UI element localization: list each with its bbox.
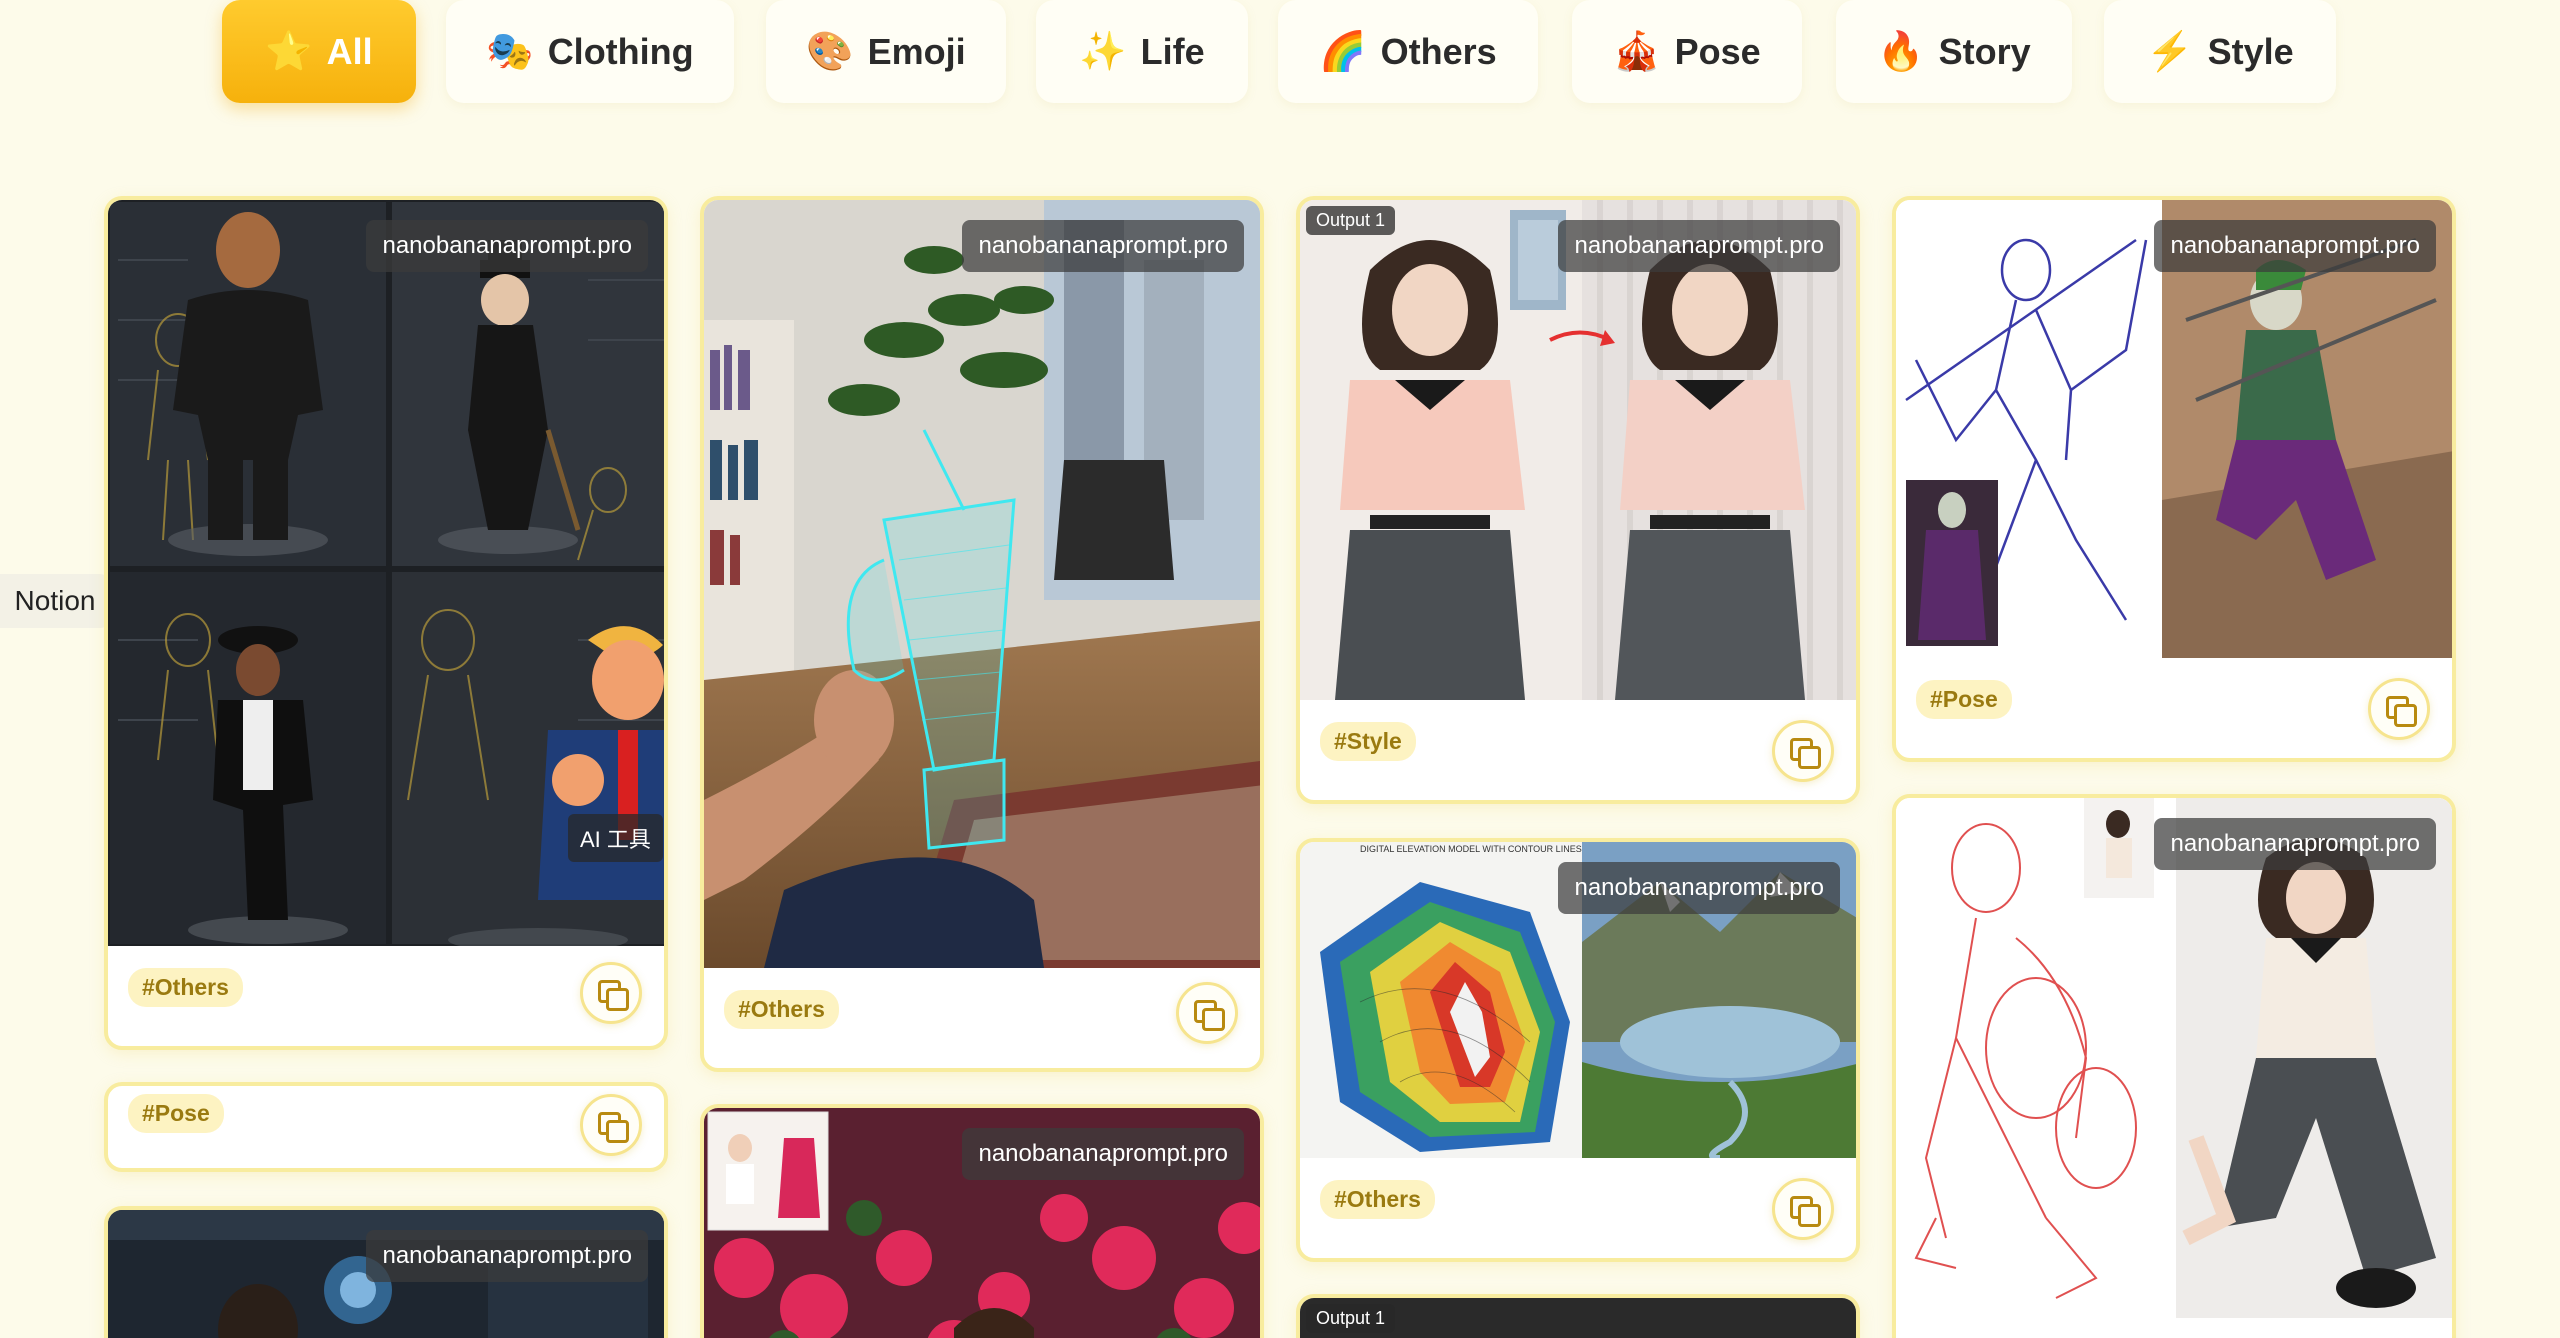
filter-label: Life bbox=[1140, 30, 1205, 72]
watermark-label: nanobananaprompt.pro bbox=[1558, 220, 1840, 272]
card-image[interactable]: Output 1 bbox=[1300, 1298, 1856, 1338]
filter-pose[interactable]: 🎪 Pose bbox=[1572, 0, 1802, 103]
filter-story[interactable]: 🔥 Story bbox=[1836, 0, 2072, 103]
copy-prompt-button[interactable] bbox=[1772, 720, 1834, 782]
card-image[interactable]: nanobananaprompt.pro bbox=[108, 1210, 664, 1338]
lightning-icon: ⚡ bbox=[2146, 30, 2194, 73]
card-image[interactable]: Output 1 nanobananaprompt.pro bbox=[1300, 200, 1856, 700]
page: ⭐ All 🎭 Clothing 🎨 Emoji ✨ Life 🌈 Others… bbox=[0, 0, 2560, 1338]
tag-badge[interactable]: #Others bbox=[1320, 1180, 1435, 1219]
card-image[interactable]: nanobananaprompt.pro bbox=[704, 1108, 1260, 1338]
copy-prompt-button[interactable] bbox=[1772, 1178, 1834, 1240]
tag-badge[interactable]: #Style bbox=[1320, 722, 1416, 761]
tag-badge[interactable]: #Pose bbox=[128, 1094, 224, 1133]
watermark-label: nanobananaprompt.pro bbox=[2154, 818, 2436, 870]
tag-badge[interactable]: #Others bbox=[128, 968, 243, 1007]
palette-icon: 🎨 bbox=[806, 30, 854, 73]
sparkles-icon: ✨ bbox=[1079, 30, 1127, 73]
copy-prompt-button[interactable] bbox=[580, 1094, 642, 1156]
filter-label: Others bbox=[1380, 30, 1497, 72]
filter-others[interactable]: 🌈 Others bbox=[1278, 0, 1538, 103]
notion-tab-label: Notion bbox=[14, 585, 96, 616]
filter-label: Style bbox=[2207, 30, 2294, 72]
copy-prompt-button[interactable] bbox=[1176, 982, 1238, 1044]
prompt-card-figurines[interactable]: nanobananaprompt.pro AI 工具 #Others bbox=[104, 196, 668, 1050]
prompt-card-output[interactable]: Output 1 bbox=[1296, 1294, 1860, 1338]
copy-icon bbox=[1194, 1000, 1225, 1031]
filter-clothing[interactable]: 🎭 Clothing bbox=[446, 0, 734, 103]
card-image[interactable]: nanobananaprompt.pro bbox=[1896, 798, 2452, 1318]
masks-icon: 🎭 bbox=[486, 30, 534, 73]
watermark-label: nanobananaprompt.pro bbox=[366, 1230, 648, 1282]
copy-icon bbox=[598, 980, 629, 1011]
tag-badge[interactable]: #Pose bbox=[1916, 680, 2012, 719]
copy-icon bbox=[1790, 1196, 1821, 1227]
copy-icon bbox=[2386, 696, 2417, 727]
circus-tent-icon: 🎪 bbox=[1613, 30, 1661, 73]
category-filter-bar: ⭐ All 🎭 Clothing 🎨 Emoji ✨ Life 🌈 Others… bbox=[0, 0, 2560, 110]
prompt-card-flowers[interactable]: nanobananaprompt.pro bbox=[700, 1104, 1264, 1338]
prompt-card-pose[interactable]: #Pose bbox=[104, 1082, 668, 1172]
girl-style-transfer-image bbox=[1300, 200, 1856, 700]
filter-label: Clothing bbox=[547, 30, 694, 72]
filter-label: Story bbox=[1938, 30, 2031, 72]
star-icon: ⭐ bbox=[265, 30, 313, 73]
filter-emoji[interactable]: 🎨 Emoji bbox=[766, 0, 1006, 103]
watermark-label: nanobananaprompt.pro bbox=[1558, 862, 1840, 914]
prompt-card-joker-pose[interactable]: nanobananaprompt.pro #Pose bbox=[1892, 196, 2456, 762]
prompt-card-girl-style[interactable]: Output 1 nanobananaprompt.pro #Style bbox=[1296, 196, 1860, 804]
wireframe-cup-image bbox=[704, 200, 1260, 968]
card-image[interactable]: DIGITAL ELEVATION MODEL WITH CONTOUR LIN… bbox=[1300, 842, 1856, 1158]
copy-icon bbox=[598, 1112, 629, 1143]
filter-all[interactable]: ⭐ All bbox=[222, 0, 416, 103]
fire-icon: 🔥 bbox=[1877, 30, 1925, 73]
tag-badge[interactable]: #Others bbox=[724, 990, 839, 1029]
filter-label: All bbox=[326, 30, 373, 72]
card-image[interactable]: nanobananaprompt.pro AI 工具 bbox=[108, 200, 664, 946]
copy-prompt-button[interactable] bbox=[2368, 678, 2430, 740]
watermark-label: nanobananaprompt.pro bbox=[366, 220, 648, 272]
card-image[interactable]: nanobananaprompt.pro bbox=[1896, 200, 2452, 658]
prompt-card-cup[interactable]: nanobananaprompt.pro #Others bbox=[700, 196, 1264, 1072]
output-badge: Output 1 bbox=[1306, 1304, 1396, 1333]
ai-tools-overlay: AI 工具 bbox=[568, 814, 663, 862]
prompt-card-robot[interactable]: nanobananaprompt.pro bbox=[104, 1206, 668, 1338]
watermark-label: nanobananaprompt.pro bbox=[2154, 220, 2436, 272]
filter-style[interactable]: ⚡ Style bbox=[2104, 0, 2336, 103]
filter-label: Emoji bbox=[867, 30, 966, 72]
watermark-label: nanobananaprompt.pro bbox=[962, 220, 1244, 272]
sketch-pose-image bbox=[1896, 798, 2452, 1318]
map-title: DIGITAL ELEVATION MODEL WITH CONTOUR LIN… bbox=[1360, 844, 1582, 854]
filter-label: Pose bbox=[1674, 30, 1761, 72]
notion-side-tab[interactable]: Notion bbox=[0, 574, 110, 628]
prompt-card-terrain[interactable]: DIGITAL ELEVATION MODEL WITH CONTOUR LIN… bbox=[1296, 838, 1860, 1262]
copy-prompt-button[interactable] bbox=[580, 962, 642, 1024]
rainbow-icon: 🌈 bbox=[1319, 30, 1367, 73]
copy-icon bbox=[1790, 738, 1821, 769]
watermark-label: nanobananaprompt.pro bbox=[962, 1128, 1244, 1180]
prompt-card-sketch-pose[interactable]: nanobananaprompt.pro bbox=[1892, 794, 2456, 1338]
filter-life[interactable]: ✨ Life bbox=[1036, 0, 1248, 103]
output-badge: Output 1 bbox=[1306, 206, 1396, 235]
card-image[interactable]: nanobananaprompt.pro bbox=[704, 200, 1260, 968]
